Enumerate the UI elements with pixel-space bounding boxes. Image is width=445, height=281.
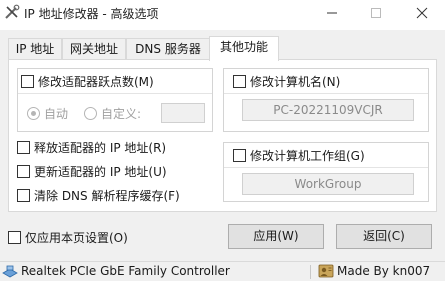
tab-other[interactable]: 其他功能	[209, 36, 279, 61]
hops-custom-radio[interactable]: 自定义:	[84, 105, 141, 121]
group-divider	[18, 93, 212, 94]
checkbox-box[interactable]	[17, 164, 30, 178]
tab-dns[interactable]: DNS 服务器	[126, 38, 210, 60]
workgroup-group: 修改计算机工作组(G) WorkGroup	[223, 142, 429, 202]
credit-status: Made By kn007	[318, 264, 430, 278]
adapter-hops-group: 修改适配器跃点数(M) 自动 自定义:	[17, 68, 213, 132]
adapter-hops-checkbox[interactable]: 修改适配器跃点数(M)	[21, 73, 154, 89]
group-divider	[224, 167, 428, 168]
checkbox-box[interactable]	[21, 74, 34, 88]
computer-name-checkbox[interactable]: 修改计算机名(N)	[233, 73, 340, 89]
tab-label: IP 地址	[15, 42, 55, 56]
tab-gateway[interactable]: 网关地址	[62, 38, 126, 60]
tools-icon	[5, 4, 20, 19]
checkbox-box[interactable]	[8, 230, 21, 244]
workgroup-label: 修改计算机工作组(G)	[250, 148, 365, 163]
tab-ip-address[interactable]: IP 地址	[8, 38, 62, 60]
author-icon	[318, 264, 334, 278]
maximize-button[interactable]	[353, 0, 399, 26]
tab-label: 网关地址	[69, 42, 118, 56]
group-divider	[224, 93, 428, 94]
checkbox-box[interactable]	[17, 140, 30, 154]
workgroup-input[interactable]: WorkGroup	[242, 173, 414, 195]
close-button[interactable]	[399, 0, 445, 26]
apply-button[interactable]: 应用(W)	[228, 224, 324, 249]
window-title: IP 地址修改器 - 高级选项	[24, 7, 159, 21]
computer-name-input[interactable]: PC-20221109VCJR	[242, 99, 414, 121]
title-bar: IP 地址修改器 - 高级选项	[0, 0, 445, 30]
close-icon	[416, 7, 428, 19]
flush-dns-checkbox[interactable]: 清除 DNS 解析程序缓存(F)	[17, 187, 180, 203]
workgroup-checkbox[interactable]: 修改计算机工作组(G)	[233, 147, 365, 163]
current-page-only-label: 仅应用本页设置(O)	[25, 230, 128, 245]
back-button[interactable]: 返回(C)	[336, 224, 432, 249]
release-ip-label: 释放适配器的 IP 地址(R)	[34, 140, 167, 155]
flush-dns-label: 清除 DNS 解析程序缓存(F)	[34, 188, 180, 203]
renew-ip-label: 更新适配器的 IP 地址(U)	[34, 164, 167, 179]
adapter-status: Realtek PCIe GbE Family Controller	[2, 264, 230, 278]
minimize-icon	[327, 12, 337, 14]
hops-custom-input[interactable]	[161, 103, 205, 123]
release-ip-checkbox[interactable]: 释放适配器的 IP 地址(R)	[17, 139, 166, 155]
network-adapter-icon	[2, 265, 18, 278]
radio-dot[interactable]	[27, 106, 40, 120]
hops-custom-label: 自定义:	[101, 106, 142, 121]
computer-name-group: 修改计算机名(N) PC-20221109VCJR	[223, 68, 429, 132]
radio-dot[interactable]	[84, 106, 97, 120]
minimize-button[interactable]	[309, 0, 355, 26]
hops-auto-radio[interactable]: 自动	[27, 105, 68, 121]
adapter-hops-label: 修改适配器跃点数(M)	[38, 74, 154, 89]
status-bar: Realtek PCIe GbE Family Controller Made …	[0, 261, 445, 281]
computer-name-label: 修改计算机名(N)	[250, 74, 341, 89]
checkbox-box[interactable]	[17, 188, 30, 202]
renew-ip-checkbox[interactable]: 更新适配器的 IP 地址(U)	[17, 163, 167, 179]
status-divider	[310, 265, 311, 279]
checkbox-box[interactable]	[233, 148, 246, 162]
checkbox-box[interactable]	[233, 74, 246, 88]
tab-label: 其他功能	[219, 40, 268, 54]
credit-text: Made By kn007	[337, 264, 431, 278]
current-page-only-checkbox[interactable]: 仅应用本页设置(O)	[8, 229, 128, 245]
hops-auto-label: 自动	[44, 106, 69, 121]
adapter-name: Realtek PCIe GbE Family Controller	[21, 264, 230, 278]
tab-label: DNS 服务器	[135, 42, 201, 56]
tab-panel: 修改适配器跃点数(M) 自动 自定义: 修改计算机名(N) PC-2022110…	[8, 59, 437, 212]
maximize-icon	[371, 8, 381, 18]
